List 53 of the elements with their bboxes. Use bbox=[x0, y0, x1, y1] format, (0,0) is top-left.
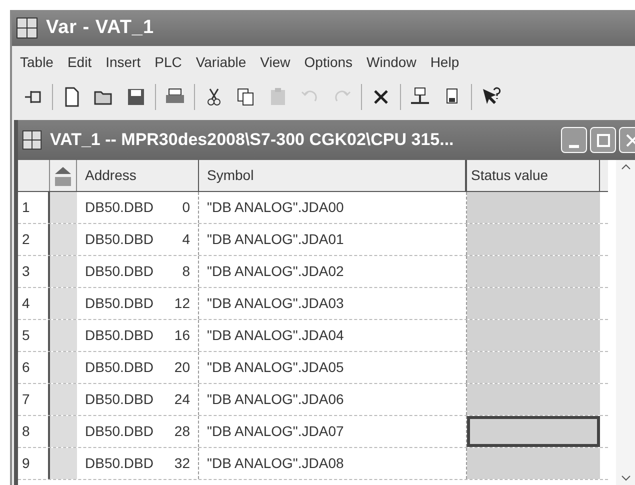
scroll-down-icon bbox=[620, 475, 630, 481]
status-cell[interactable] bbox=[467, 416, 600, 447]
status-cell[interactable] bbox=[467, 288, 600, 319]
scrollbar[interactable] bbox=[616, 160, 635, 485]
window-title: VAT_1 -- MPR30des2008\S7-300 CGK02\CPU 315... bbox=[50, 129, 454, 152]
status-cell[interactable] bbox=[467, 384, 600, 415]
row-marker bbox=[50, 352, 77, 383]
status-cell[interactable] bbox=[467, 352, 600, 383]
row-marker bbox=[50, 288, 77, 319]
scroll-up-icon bbox=[620, 164, 630, 170]
menu-item[interactable]: View bbox=[260, 52, 290, 72]
row-marker bbox=[50, 384, 77, 415]
status-cell[interactable] bbox=[467, 320, 600, 351]
table-icon bbox=[16, 17, 38, 39]
table-icon bbox=[22, 130, 42, 150]
table-cell: DB50.DBD 32 bbox=[77, 448, 199, 479]
row-marker bbox=[50, 416, 77, 447]
menu-item[interactable]: Help bbox=[430, 52, 460, 72]
status-cell[interactable] bbox=[467, 448, 600, 479]
status-cell[interactable] bbox=[467, 256, 600, 287]
menu-item[interactable]: Edit bbox=[67, 52, 92, 72]
menu-item[interactable]: Variable bbox=[196, 52, 246, 72]
table-cell: DB50.DBD 4 bbox=[77, 224, 199, 255]
maximize-icon bbox=[596, 134, 610, 146]
row-marker bbox=[50, 192, 77, 223]
table-cell: DB50.DBD 8 bbox=[77, 256, 199, 287]
row-marker bbox=[50, 256, 77, 287]
window-title: Var - VAT_1 bbox=[46, 16, 154, 40]
minimize-icon bbox=[569, 145, 579, 148]
menu-item[interactable]: Insert bbox=[106, 52, 141, 72]
status-cell[interactable] bbox=[467, 224, 600, 255]
column-header: Status value bbox=[467, 160, 600, 191]
menu-item[interactable]: PLC bbox=[154, 52, 182, 72]
menu-item[interactable]: Table bbox=[20, 52, 54, 72]
row-marker bbox=[50, 448, 77, 479]
status-cell[interactable] bbox=[467, 192, 600, 223]
menu-item[interactable]: Window bbox=[366, 52, 416, 72]
table-cell: DB50.DBD 20 bbox=[77, 352, 199, 383]
table-cell: DB50.DBD 0 bbox=[77, 192, 199, 223]
row-marker bbox=[50, 320, 77, 351]
close-icon bbox=[626, 134, 635, 146]
table-cell: DB50.DBD 12 bbox=[77, 288, 199, 319]
save-icon bbox=[125, 86, 147, 108]
table-cell: DB50.DBD 24 bbox=[77, 384, 199, 415]
menu-item[interactable]: Options bbox=[304, 52, 353, 72]
row-marker bbox=[50, 224, 77, 255]
column-header: Address bbox=[77, 160, 199, 191]
column-header: Symbol bbox=[199, 160, 467, 191]
maximize-button[interactable] bbox=[590, 127, 616, 153]
table-cell: DB50.DBD 28 bbox=[77, 416, 199, 447]
minimize-button[interactable] bbox=[561, 127, 587, 153]
table-header-icon bbox=[53, 164, 73, 186]
table-cell: DB50.DBD 16 bbox=[77, 320, 199, 351]
